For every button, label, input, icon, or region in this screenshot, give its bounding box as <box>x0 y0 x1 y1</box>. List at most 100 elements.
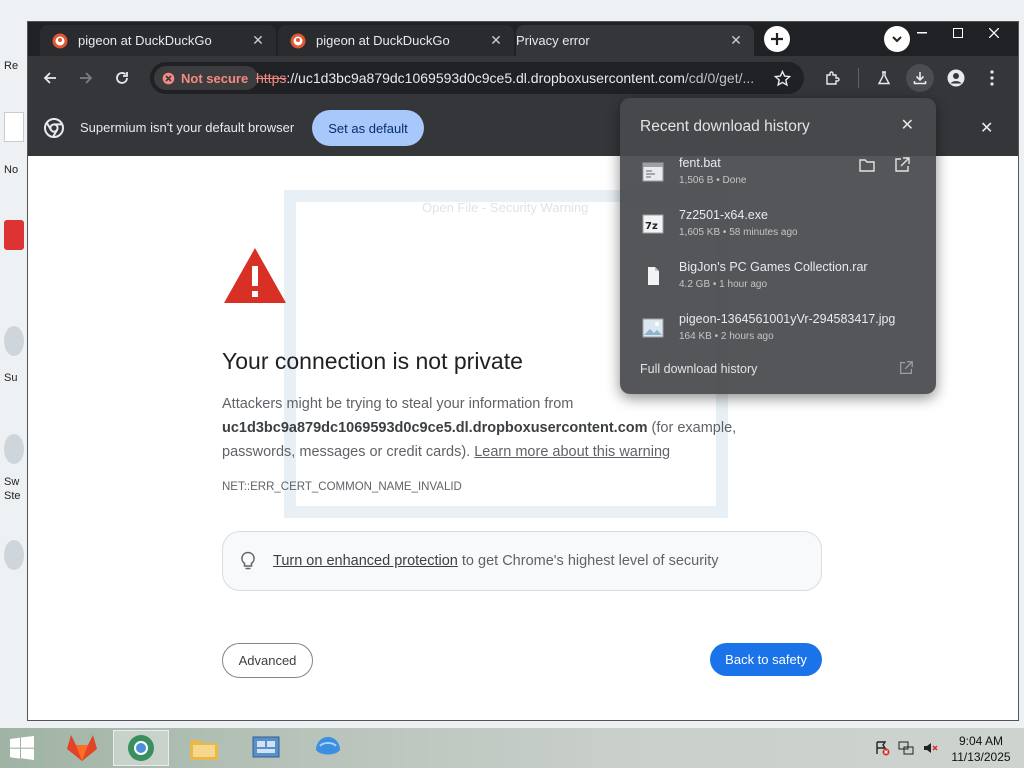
security-chip-label: Not secure <box>181 70 249 86</box>
restore-icon <box>953 28 963 38</box>
enhanced-protection-rest: to get Chrome's highest level of securit… <box>457 553 719 569</box>
desktop-file-icon[interactable] <box>4 112 24 142</box>
download-filename: BigJon's PC Games Collection.rar <box>679 260 868 274</box>
navigation-toolbar: Not secure https://uc1d3bc9a879dc1069593… <box>28 56 1018 100</box>
address-bar[interactable]: Not secure https://uc1d3bc9a879dc1069593… <box>150 62 804 94</box>
desktop-app-icon[interactable] <box>4 220 24 250</box>
tab-title: pigeon at DuckDuckGo <box>316 33 450 48</box>
security-chip[interactable]: Not secure <box>154 66 259 90</box>
clock-time: 9:04 AM <box>958 734 1004 748</box>
tab-duckduckgo-2[interactable]: pigeon at DuckDuckGo ✕ <box>278 25 514 56</box>
plus-icon <box>771 33 783 45</box>
bookmark-button[interactable] <box>768 64 796 92</box>
taskbar-app-control-panel[interactable] <box>238 730 294 766</box>
download-meta: 164 KB • 2 hours ago <box>679 331 774 342</box>
close-window-button[interactable] <box>976 22 1012 44</box>
error-code[interactable]: NET::ERR_CERT_COMMON_NAME_INVALID <box>222 481 462 493</box>
close-tab-icon[interactable]: ✕ <box>250 32 266 48</box>
folder-icon[interactable] <box>858 156 876 174</box>
back-to-safety-button[interactable]: Back to safety <box>710 643 822 676</box>
url-host: ://uc1d3bc9a879dc1069593d0c9ce5.dl.dropb… <box>286 70 685 86</box>
enhanced-protection-link[interactable]: Turn on enhanced protection <box>273 553 458 569</box>
download-history-panel: Recent download history ✕ fent.bat 1,506… <box>620 98 936 394</box>
set-as-default-button[interactable]: Set as default <box>312 110 424 146</box>
start-windows-icon[interactable] <box>8 736 36 760</box>
star-icon <box>773 69 791 86</box>
taskbar: 9:04 AM 11/13/2025 <box>0 728 1024 768</box>
taskbar-app-browser[interactable] <box>113 730 169 766</box>
page-heading: Your connection is not private <box>222 348 523 374</box>
desktop-app-icon[interactable] <box>4 434 24 464</box>
action-center-flag-icon[interactable] <box>874 740 890 756</box>
close-tab-icon[interactable]: ✕ <box>728 32 744 48</box>
close-icon <box>989 28 999 38</box>
tab-duckduckgo-1[interactable]: pigeon at DuckDuckGo ✕ <box>40 25 276 56</box>
advanced-button[interactable]: Advanced <box>222 643 313 678</box>
full-download-history-link[interactable]: Full download history <box>640 362 757 376</box>
tab-strip: pigeon at DuckDuckGo ✕ pigeon at DuckDuc… <box>28 22 1018 56</box>
tab-title: pigeon at DuckDuckGo <box>78 33 212 48</box>
back-button[interactable] <box>36 64 64 92</box>
learn-more-link[interactable]: Learn more about this warning <box>474 444 670 460</box>
downloads-button[interactable] <box>906 64 934 92</box>
system-clock[interactable]: 9:04 AM 11/13/2025 <box>944 733 1018 765</box>
7zip-icon: 7z <box>642 214 664 234</box>
network-icon[interactable] <box>898 740 914 756</box>
download-meta: 1,506 B • Done <box>679 175 747 186</box>
lightbulb-icon <box>241 551 255 570</box>
taskbar-app-gitlab[interactable] <box>54 730 110 766</box>
forward-button[interactable] <box>72 64 100 92</box>
clock-date: 11/13/2025 <box>951 750 1011 764</box>
download-filename: pigeon-1364561001yVr-294583417.jpg <box>679 312 896 326</box>
desktop-app-icon[interactable] <box>4 540 24 570</box>
download-item[interactable]: pigeon-1364561001yVr-294583417.jpg 164 K… <box>620 312 936 360</box>
open-external-icon[interactable] <box>893 156 911 174</box>
tab-privacy-error[interactable]: Privacy error ✕ <box>516 25 754 56</box>
download-panel-title: Recent download history <box>640 118 810 135</box>
close-tab-icon[interactable]: ✕ <box>488 32 504 48</box>
desktop-icon-label[interactable]: Re <box>4 60 18 72</box>
close-downloads-icon[interactable]: ✕ <box>901 115 914 135</box>
browser-app-icon <box>128 735 154 761</box>
document-icon <box>648 267 659 285</box>
duckduckgo-icon <box>52 33 68 49</box>
desktop-icon-label[interactable]: No <box>4 164 18 176</box>
minimize-button[interactable] <box>904 22 940 44</box>
infobar-message: Supermium isn't your default browser <box>80 120 295 135</box>
minimize-icon <box>917 32 927 34</box>
ghost-dialog-title: Open File - Security Warning <box>422 200 589 215</box>
download-item[interactable]: BigJon's PC Games Collection.rar 4.2 GB … <box>620 260 936 308</box>
url-text[interactable]: https://uc1d3bc9a879dc1069593d0c9ce5.dl.… <box>256 70 776 86</box>
extensions-button[interactable] <box>818 64 846 92</box>
download-item[interactable]: 7z 7z2501-x64.exe 1,605 KB • 58 minutes … <box>620 208 936 256</box>
desktop-app-icon[interactable] <box>4 326 24 356</box>
puzzle-icon <box>825 70 840 85</box>
avatar-icon <box>947 69 965 87</box>
enhanced-protection-box: Turn on enhanced protection to get Chrom… <box>222 531 822 591</box>
menu-button[interactable] <box>978 64 1006 92</box>
svg-text:7z: 7z <box>645 221 658 232</box>
desktop-icon-label[interactable]: Su <box>4 372 17 384</box>
taskbar-app-blue-shell[interactable] <box>300 730 356 766</box>
new-tab-button[interactable] <box>764 26 790 52</box>
download-item[interactable]: fent.bat 1,506 B • Done <box>620 156 936 204</box>
reload-icon <box>116 72 128 84</box>
open-external-icon[interactable] <box>898 360 914 376</box>
shell-app-icon <box>316 737 340 755</box>
tab-title: Privacy error <box>516 33 590 48</box>
duckduckgo-icon <box>290 33 306 49</box>
desktop-icon-label[interactable]: Sw <box>4 476 19 488</box>
maximize-button[interactable] <box>940 22 976 44</box>
not-secure-icon <box>162 72 175 84</box>
volume-muted-icon[interactable] <box>922 740 938 756</box>
desktop-icon-label[interactable]: Ste <box>4 490 21 502</box>
arrow-right-icon <box>80 72 93 84</box>
download-meta: 4.2 GB • 1 hour ago <box>679 279 768 290</box>
profile-button[interactable] <box>942 64 970 92</box>
close-infobar-icon[interactable]: ✕ <box>980 118 993 138</box>
reload-button[interactable] <box>108 64 136 92</box>
download-filename: 7z2501-x64.exe <box>679 208 768 222</box>
download-icon <box>913 72 927 85</box>
taskbar-app-file-explorer[interactable] <box>176 730 232 766</box>
labs-button[interactable] <box>870 64 898 92</box>
